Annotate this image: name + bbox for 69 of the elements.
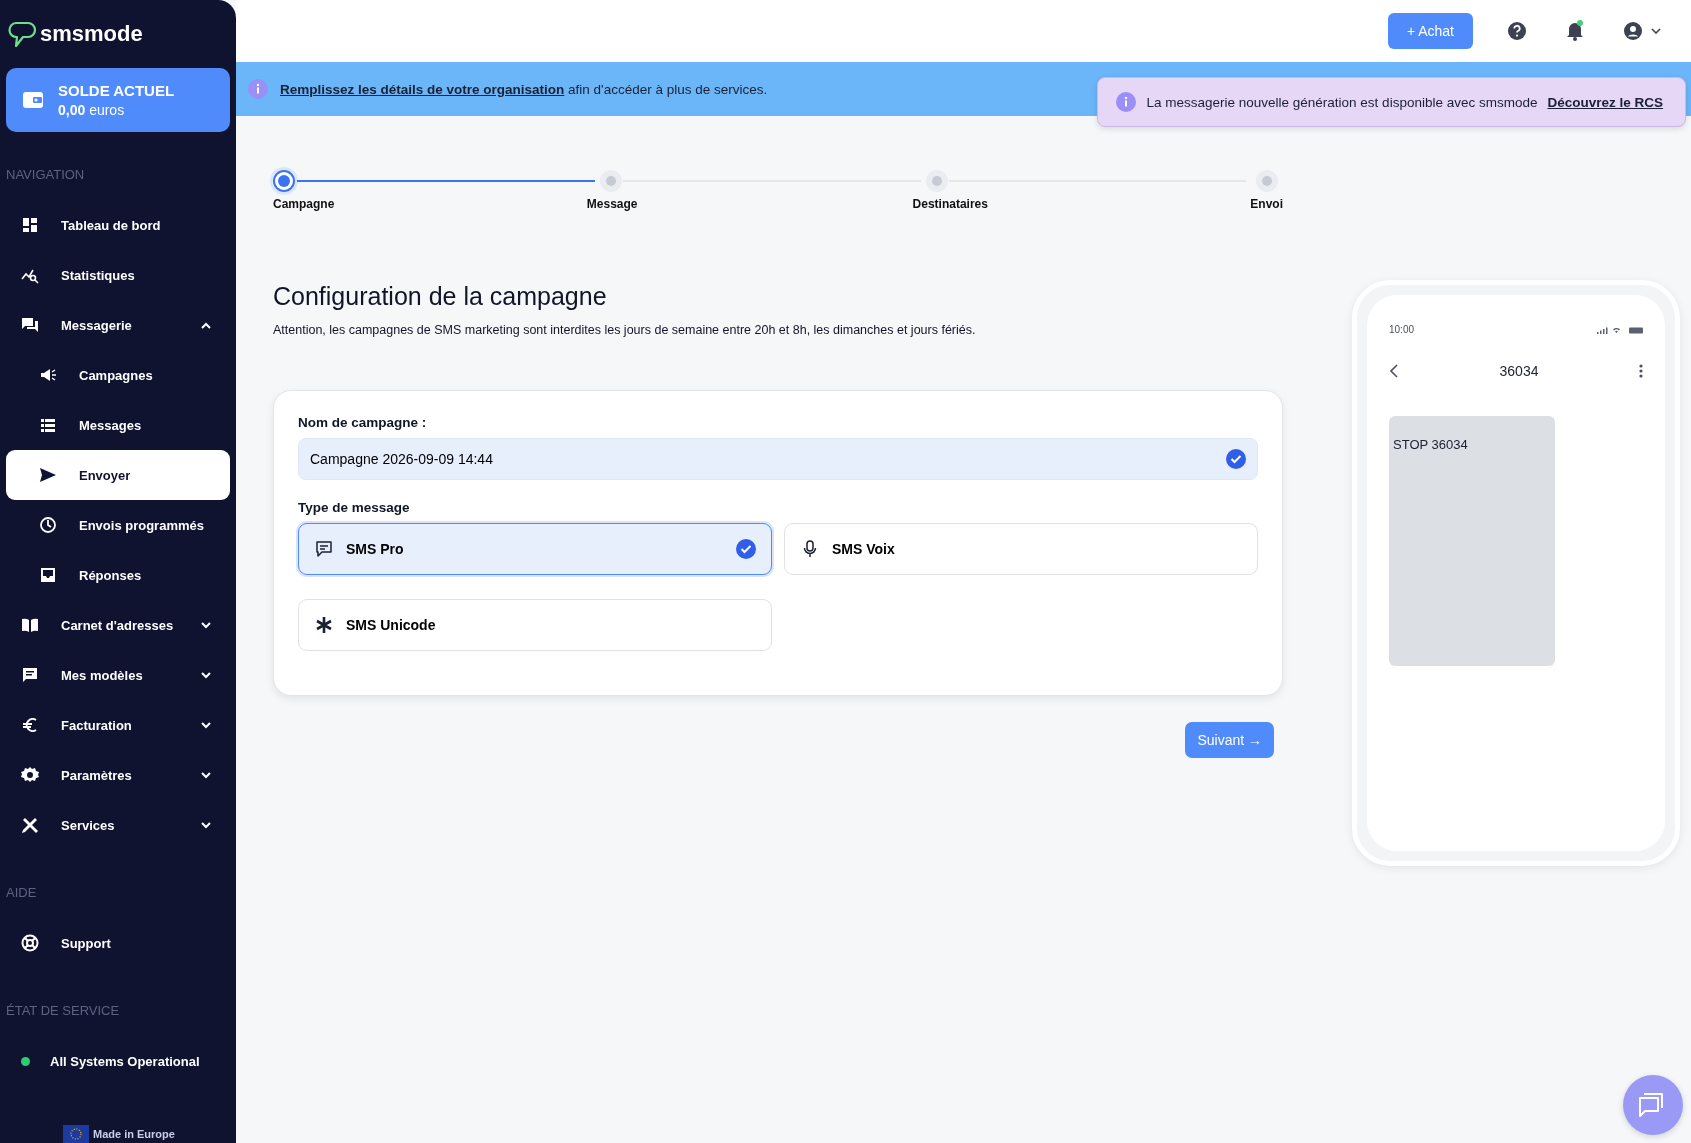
step-label[interactable]: Campagne	[273, 197, 335, 211]
sidebar-item[interactable]: Services	[6, 800, 230, 850]
info-icon	[1116, 92, 1137, 112]
brand-name: smsmode	[40, 21, 143, 47]
toast-text: La messagerie nouvelle génération est disponible avec smsmode	[1146, 94, 1538, 110]
sidebar-item[interactable]: Paramètres	[6, 750, 230, 800]
chat-icon	[21, 316, 39, 334]
check-icon	[736, 539, 756, 559]
phone-time: 10:00	[1389, 324, 1415, 335]
mega-icon	[39, 366, 57, 384]
clock-icon	[39, 516, 57, 534]
message-type-option[interactable]: SMS Voix	[784, 523, 1258, 575]
step-label[interactable]: Message	[586, 197, 638, 211]
sidebar-item[interactable]: Statistiques	[6, 250, 230, 300]
organisation-link[interactable]: Remplissez les détails de votre organisation	[280, 81, 565, 97]
campaign-name-field[interactable]: Campagne 2026-09-09 14:44	[298, 438, 1258, 480]
phone-status-icons	[1597, 325, 1643, 334]
balance-amount: 0,00 euros	[58, 102, 126, 118]
bell-icon[interactable]	[1565, 20, 1585, 42]
note-icon	[21, 666, 39, 684]
sidebar-item[interactable]: Carnet d'adresses	[6, 600, 230, 650]
sidebar-item[interactable]: Réponses	[6, 550, 230, 600]
gear-icon	[21, 766, 39, 784]
user-icon	[1623, 21, 1643, 41]
sidebar-item[interactable]: Envois programmés	[6, 500, 230, 550]
sidebar-item[interactable]: Messagerie	[6, 300, 230, 350]
help-icon	[21, 934, 39, 952]
message-type-option[interactable]: SMS Unicode	[298, 599, 772, 651]
asterisk-icon	[314, 615, 334, 635]
list-icon	[39, 416, 57, 434]
help-icon[interactable]	[1507, 21, 1527, 41]
contact-number: 36034	[1499, 363, 1539, 379]
dash-icon	[21, 216, 39, 234]
send-icon	[39, 466, 57, 484]
speech-bubble-icon	[314, 539, 334, 559]
section-title: ÉTAT DE SERVICE	[6, 1002, 121, 1018]
logo-icon	[8, 19, 38, 49]
field-label: Nom de campagne :	[298, 415, 428, 430]
sidebar-item[interactable]: Tableau de bord	[6, 200, 230, 250]
wallet-icon	[22, 90, 44, 110]
status-text[interactable]: All Systems Operational	[50, 1053, 200, 1069]
sidebar-item[interactable]: Messages	[6, 400, 230, 450]
section-title: AIDE	[6, 884, 38, 900]
sidebar-item[interactable]: Facturation	[6, 700, 230, 750]
back-icon	[1389, 364, 1399, 378]
book-icon	[21, 616, 39, 634]
page-title: Configuration de la campagne	[273, 282, 608, 311]
sidebar-item[interactable]: Campagnes	[6, 350, 230, 400]
sidebar-item[interactable]: Support	[6, 918, 230, 968]
chevron-icon	[1651, 28, 1661, 34]
info-icon	[248, 79, 268, 99]
step-label[interactable]: Destinataires	[912, 197, 988, 211]
notice-text: Attention, les campagnes de SMS marketing sont interdites les jours de semaine entre 20h et 8h, les dimanches et jours fériés.	[273, 323, 977, 337]
sidebar-item[interactable]: Mes modèles	[6, 650, 230, 700]
more-icon	[1639, 364, 1643, 378]
made-in-europe: Made in Europe	[93, 1128, 175, 1140]
account-menu[interactable]	[1623, 21, 1661, 41]
sidebar-item[interactable]: Envoyer	[6, 450, 230, 500]
inbox-icon	[39, 566, 57, 584]
flag-icon	[63, 1125, 89, 1143]
banner-text: Remplissez les détails de votre organisation afin d'accéder à plus de services.	[280, 81, 768, 97]
message-type-option[interactable]: SMS Pro	[298, 523, 772, 575]
euro-icon	[21, 716, 39, 734]
field-label: Type de message	[298, 500, 411, 515]
step-label[interactable]: Envoi	[1250, 197, 1283, 211]
section-title: NAVIGATION	[6, 166, 86, 182]
rcs-link[interactable]: Découvrez le RCS	[1547, 94, 1663, 110]
balance-title: SOLDE ACTUEL	[58, 82, 175, 99]
message-text: STOP 36034	[1392, 437, 1468, 452]
